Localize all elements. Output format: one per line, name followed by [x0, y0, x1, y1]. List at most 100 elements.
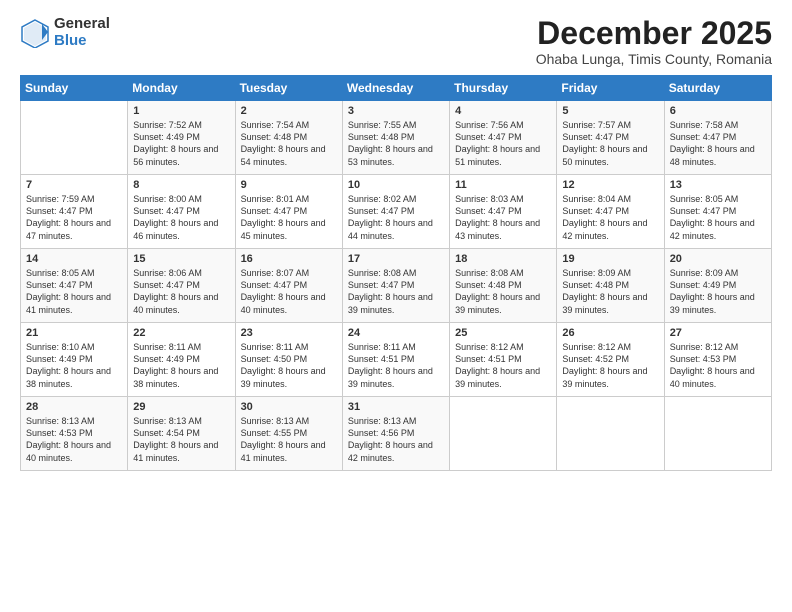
calendar-cell: 19 Sunrise: 8:09 AMSunset: 4:48 PMDayligh…	[557, 249, 664, 323]
day-number: 12	[562, 179, 658, 191]
day-number: 5	[562, 105, 658, 117]
cell-info: Sunrise: 8:10 AMSunset: 4:49 PMDaylight:…	[26, 341, 122, 390]
calendar-week-row: 7 Sunrise: 7:59 AMSunset: 4:47 PMDaylight…	[21, 175, 772, 249]
day-number: 26	[562, 327, 658, 339]
day-number: 19	[562, 253, 658, 265]
cell-info: Sunrise: 7:57 AMSunset: 4:47 PMDaylight:…	[562, 119, 658, 168]
calendar-cell: 1Sunrise: 7:52 AMSunset: 4:49 PMDaylight…	[128, 101, 235, 175]
day-number: 2	[241, 105, 337, 117]
cell-info: Sunrise: 8:13 AMSunset: 4:55 PMDaylight:…	[241, 415, 337, 464]
calendar-cell: 10 Sunrise: 8:02 AMSunset: 4:47 PMDayligh…	[342, 175, 449, 249]
calendar-cell: 9Sunrise: 8:01 AMSunset: 4:47 PMDaylight…	[235, 175, 342, 249]
day-header-sunday: Sunday	[21, 76, 128, 101]
calendar-cell: 20Sunrise: 8:09 AMSunset: 4:49 PMDayligh…	[664, 249, 771, 323]
day-number: 3	[348, 105, 444, 117]
calendar-table: SundayMondayTuesdayWednesdayThursdayFrid…	[20, 75, 772, 471]
cell-info: Sunrise: 8:07 AMSunset: 4:47 PMDaylight:…	[241, 267, 337, 316]
calendar-cell: 15 Sunrise: 8:06 AMSunset: 4:47 PMDayligh…	[128, 249, 235, 323]
day-number: 1	[133, 105, 229, 117]
day-number: 13	[670, 179, 766, 191]
calendar-cell	[450, 397, 557, 471]
calendar-cell: 8Sunrise: 8:00 AMSunset: 4:47 PMDaylight…	[128, 175, 235, 249]
calendar-cell: 25 Sunrise: 8:12 AMSunset: 4:51 PMDayligh…	[450, 323, 557, 397]
calendar-cell: 7 Sunrise: 7:59 AMSunset: 4:47 PMDaylight…	[21, 175, 128, 249]
cell-info: Sunrise: 8:11 AMSunset: 4:51 PMDaylight:…	[348, 341, 444, 390]
calendar-cell: 23 Sunrise: 8:11 AMSunset: 4:50 PMDayligh…	[235, 323, 342, 397]
calendar-cell: 2 Sunrise: 7:54 AMSunset: 4:48 PMDaylight…	[235, 101, 342, 175]
calendar-cell: 6 Sunrise: 7:58 AMSunset: 4:47 PMDaylight…	[664, 101, 771, 175]
calendar-cell: 27 Sunrise: 8:12 AMSunset: 4:53 PMDayligh…	[664, 323, 771, 397]
day-number: 17	[348, 253, 444, 265]
day-header-thursday: Thursday	[450, 76, 557, 101]
cell-info: Sunrise: 8:05 AMSunset: 4:47 PMDaylight:…	[26, 267, 122, 316]
day-number: 25	[455, 327, 551, 339]
calendar-cell: 21 Sunrise: 8:10 AMSunset: 4:49 PMDayligh…	[21, 323, 128, 397]
day-number: 24	[348, 327, 444, 339]
calendar-cell: 22 Sunrise: 8:11 AMSunset: 4:49 PMDayligh…	[128, 323, 235, 397]
cell-info: Sunrise: 8:11 AMSunset: 4:49 PMDaylight:…	[133, 341, 229, 390]
cell-info: Sunrise: 8:03 AMSunset: 4:47 PMDaylight:…	[455, 193, 551, 242]
day-number: 22	[133, 327, 229, 339]
cell-info: Sunrise: 8:02 AMSunset: 4:47 PMDaylight:…	[348, 193, 444, 242]
calendar-cell: 31 Sunrise: 8:13 AMSunset: 4:56 PMDayligh…	[342, 397, 449, 471]
calendar-cell: 11 Sunrise: 8:03 AMSunset: 4:47 PMDayligh…	[450, 175, 557, 249]
calendar-week-row: 1Sunrise: 7:52 AMSunset: 4:49 PMDaylight…	[21, 101, 772, 175]
day-number: 27	[670, 327, 766, 339]
cell-info: Sunrise: 7:58 AMSunset: 4:47 PMDaylight:…	[670, 119, 766, 168]
calendar-cell	[557, 397, 664, 471]
cell-info: Sunrise: 8:12 AMSunset: 4:52 PMDaylight:…	[562, 341, 658, 390]
cell-info: Sunrise: 8:01 AMSunset: 4:47 PMDaylight:…	[241, 193, 337, 242]
calendar-cell: 13 Sunrise: 8:05 AMSunset: 4:47 PMDayligh…	[664, 175, 771, 249]
day-number: 6	[670, 105, 766, 117]
day-number: 30	[241, 401, 337, 413]
calendar-cell: 28 Sunrise: 8:13 AMSunset: 4:53 PMDayligh…	[21, 397, 128, 471]
cell-info: Sunrise: 8:08 AMSunset: 4:48 PMDaylight:…	[455, 267, 551, 316]
calendar-cell	[664, 397, 771, 471]
calendar-week-row: 28 Sunrise: 8:13 AMSunset: 4:53 PMDayligh…	[21, 397, 772, 471]
calendar-cell: 4Sunrise: 7:56 AMSunset: 4:47 PMDaylight…	[450, 101, 557, 175]
cell-info: Sunrise: 8:09 AMSunset: 4:48 PMDaylight:…	[562, 267, 658, 316]
day-number: 23	[241, 327, 337, 339]
cell-info: Sunrise: 7:54 AMSunset: 4:48 PMDaylight:…	[241, 119, 337, 168]
day-header-wednesday: Wednesday	[342, 76, 449, 101]
cell-info: Sunrise: 8:13 AMSunset: 4:56 PMDaylight:…	[348, 415, 444, 464]
calendar-header-row: SundayMondayTuesdayWednesdayThursdayFrid…	[21, 76, 772, 101]
day-number: 21	[26, 327, 122, 339]
day-number: 31	[348, 401, 444, 413]
header: General Blue December 2025 Ohaba Lunga, …	[20, 16, 772, 67]
cell-info: Sunrise: 8:13 AMSunset: 4:53 PMDaylight:…	[26, 415, 122, 464]
page: General Blue December 2025 Ohaba Lunga, …	[0, 0, 792, 612]
calendar-cell	[21, 101, 128, 175]
calendar-cell: 16 Sunrise: 8:07 AMSunset: 4:47 PMDayligh…	[235, 249, 342, 323]
day-number: 16	[241, 253, 337, 265]
calendar-cell: 29 Sunrise: 8:13 AMSunset: 4:54 PMDayligh…	[128, 397, 235, 471]
day-number: 7	[26, 179, 122, 191]
cell-info: Sunrise: 7:56 AMSunset: 4:47 PMDaylight:…	[455, 119, 551, 168]
cell-info: Sunrise: 8:12 AMSunset: 4:51 PMDaylight:…	[455, 341, 551, 390]
cell-info: Sunrise: 8:05 AMSunset: 4:47 PMDaylight:…	[670, 193, 766, 242]
day-number: 28	[26, 401, 122, 413]
cell-info: Sunrise: 8:09 AMSunset: 4:49 PMDaylight:…	[670, 267, 766, 316]
logo-blue-text: Blue	[54, 33, 110, 50]
month-title: December 2025	[536, 16, 772, 51]
day-number: 8	[133, 179, 229, 191]
day-number: 10	[348, 179, 444, 191]
subtitle: Ohaba Lunga, Timis County, Romania	[536, 51, 772, 67]
calendar-cell: 30 Sunrise: 8:13 AMSunset: 4:55 PMDayligh…	[235, 397, 342, 471]
cell-info: Sunrise: 8:12 AMSunset: 4:53 PMDaylight:…	[670, 341, 766, 390]
cell-info: Sunrise: 8:06 AMSunset: 4:47 PMDaylight:…	[133, 267, 229, 316]
calendar-cell: 26 Sunrise: 8:12 AMSunset: 4:52 PMDayligh…	[557, 323, 664, 397]
day-number: 15	[133, 253, 229, 265]
cell-info: Sunrise: 8:08 AMSunset: 4:47 PMDaylight:…	[348, 267, 444, 316]
logo-general-text: General	[54, 16, 110, 33]
calendar-cell: 17 Sunrise: 8:08 AMSunset: 4:47 PMDayligh…	[342, 249, 449, 323]
calendar-cell: 24 Sunrise: 8:11 AMSunset: 4:51 PMDayligh…	[342, 323, 449, 397]
cell-info: Sunrise: 7:59 AMSunset: 4:47 PMDaylight:…	[26, 193, 122, 242]
day-number: 11	[455, 179, 551, 191]
cell-info: Sunrise: 8:13 AMSunset: 4:54 PMDaylight:…	[133, 415, 229, 464]
logo-text: General Blue	[54, 16, 110, 49]
calendar-cell: 3Sunrise: 7:55 AMSunset: 4:48 PMDaylight…	[342, 101, 449, 175]
calendar-cell: 14Sunrise: 8:05 AMSunset: 4:47 PMDayligh…	[21, 249, 128, 323]
cell-info: Sunrise: 8:11 AMSunset: 4:50 PMDaylight:…	[241, 341, 337, 390]
day-number: 29	[133, 401, 229, 413]
